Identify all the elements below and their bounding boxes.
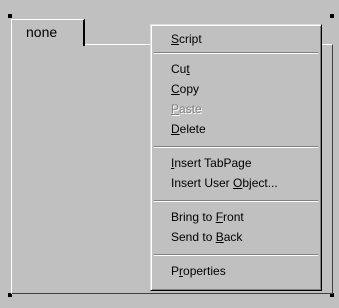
tab-none[interactable]: none bbox=[11, 19, 85, 46]
menu-item-insert-user-object[interactable]: Insert User Object... bbox=[171, 173, 278, 193]
menu-item-properties[interactable]: Properties bbox=[171, 261, 226, 281]
menu-item-bring-to-front[interactable]: Bring to Front bbox=[171, 207, 244, 227]
menu-item-send-to-back-rest: ack bbox=[223, 230, 243, 244]
mnemonic-insert-user-object: O bbox=[233, 176, 243, 190]
menu-item-copy[interactable]: Copy bbox=[171, 79, 199, 99]
menu-item-send-to-back[interactable]: Send to Back bbox=[171, 227, 242, 247]
menu-item-paste-rest: aste bbox=[179, 102, 202, 116]
tab-join bbox=[12, 44, 83, 46]
selection-handle-top-left[interactable] bbox=[8, 14, 12, 18]
menu-item-delete-rest: elete bbox=[179, 122, 206, 136]
selection-handle-top-right[interactable] bbox=[330, 14, 334, 18]
menu-item-insert-user-object-pre: Insert User bbox=[171, 176, 234, 190]
menu-item-properties-pre: P bbox=[171, 264, 180, 278]
menu-item-script[interactable]: Script bbox=[171, 29, 202, 49]
mnemonic-send-to-back: B bbox=[215, 230, 224, 244]
context-menu: Script Cut Copy Paste Delete Insert TabP… bbox=[150, 24, 322, 291]
menu-item-paste: Paste bbox=[171, 99, 202, 119]
mnemonic-copy: C bbox=[171, 82, 180, 96]
menu-item-delete[interactable]: Delete bbox=[171, 119, 206, 139]
menu-item-insert-tabpage-rest: nsert TabPage bbox=[174, 156, 252, 170]
menu-item-bring-to-front-rest: ront bbox=[223, 210, 244, 224]
menu-item-insert-user-object-rest: bject... bbox=[242, 176, 278, 190]
menu-item-send-to-back-pre: Send to bbox=[171, 230, 216, 244]
tab-label: none bbox=[26, 24, 58, 40]
mnemonic-delete: D bbox=[171, 122, 180, 136]
menu-item-cut[interactable]: Cut bbox=[171, 59, 190, 79]
menu-item-bring-to-front-pre: Bring to bbox=[171, 210, 216, 224]
menu-item-copy-rest: opy bbox=[179, 82, 200, 96]
menu-separator bbox=[154, 146, 318, 148]
mnemonic-paste: P bbox=[171, 102, 180, 116]
mnemonic-bring-to-front: F bbox=[215, 210, 224, 224]
menu-item-insert-tabpage[interactable]: Insert TabPage bbox=[171, 153, 252, 173]
menu-item-cut-pre: Cu bbox=[171, 62, 187, 76]
menu-separator bbox=[154, 52, 318, 54]
menu-item-properties-rest: operties bbox=[183, 264, 226, 278]
mnemonic-script: S bbox=[171, 32, 180, 46]
menu-item-script-rest: cript bbox=[179, 32, 202, 46]
menu-separator bbox=[154, 254, 318, 256]
menu-separator bbox=[154, 200, 318, 202]
mnemonic-cut: t bbox=[186, 62, 190, 76]
